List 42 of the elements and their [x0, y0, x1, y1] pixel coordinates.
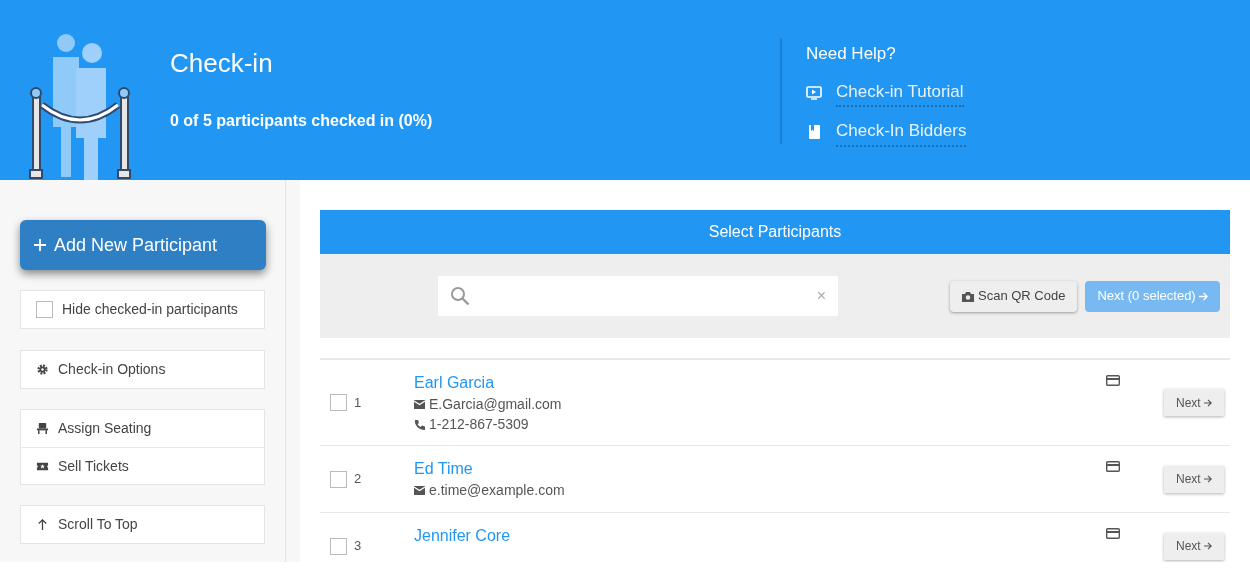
up-arrow-icon — [36, 518, 49, 531]
page-title: Check-in — [170, 47, 274, 80]
row-checkbox[interactable] — [330, 537, 347, 555]
next-button[interactable]: Next — [1164, 532, 1224, 560]
search-icon — [450, 286, 470, 306]
participant-email: e.time@example.com — [429, 481, 565, 499]
right-arrow-icon — [1203, 542, 1212, 550]
right-arrow-icon — [1203, 475, 1212, 483]
right-arrow-icon — [1203, 398, 1212, 407]
hide-checked-checkbox[interactable]: Hide checked-in participants — [20, 290, 265, 329]
help-heading: Need Help? — [806, 43, 897, 65]
row-number: 3 — [354, 537, 362, 556]
book-icon — [806, 124, 822, 141]
camera-icon — [962, 290, 974, 302]
seat-icon — [36, 422, 49, 435]
participant-phone: 1-212-867-5309 — [429, 415, 529, 433]
mail-icon — [414, 485, 425, 495]
next-button[interactable]: Next — [1164, 389, 1224, 416]
row-checkbox[interactable] — [330, 394, 347, 411]
scan-qr-button[interactable]: Scan QR Code — [950, 280, 1078, 312]
phone-icon — [414, 418, 425, 430]
card-icon — [1106, 461, 1120, 472]
gear-icon — [36, 363, 49, 376]
sidebar-menu-item[interactable]: Check-in Options — [21, 351, 264, 388]
sidebar-menu-item[interactable]: Scroll To Top — [21, 506, 264, 543]
sidebar-menu-item[interactable]: Sell Tickets — [21, 447, 264, 484]
panel-title-bar: Select Participants — [320, 210, 1230, 254]
next-button[interactable]: Next — [1164, 465, 1224, 493]
row-number: 1 — [354, 393, 362, 412]
row-checkbox[interactable] — [330, 470, 347, 488]
sidebar-menu-item[interactable]: Assign Seating — [21, 410, 264, 447]
video-screen-icon — [806, 84, 822, 101]
row-number: 2 — [354, 470, 362, 489]
participant-email: E.Garcia@gmail.com — [429, 395, 562, 413]
mail-icon — [414, 399, 425, 409]
checkin-summary: 0 of 5 participants checked in (0%) — [170, 111, 434, 131]
card-icon — [1106, 375, 1120, 386]
add-participant-button[interactable]: Add New Participant — [20, 220, 266, 270]
card-icon — [1106, 528, 1120, 539]
plus-icon — [34, 239, 46, 251]
right-arrow-icon — [1198, 291, 1208, 301]
checkbox[interactable] — [36, 301, 53, 318]
